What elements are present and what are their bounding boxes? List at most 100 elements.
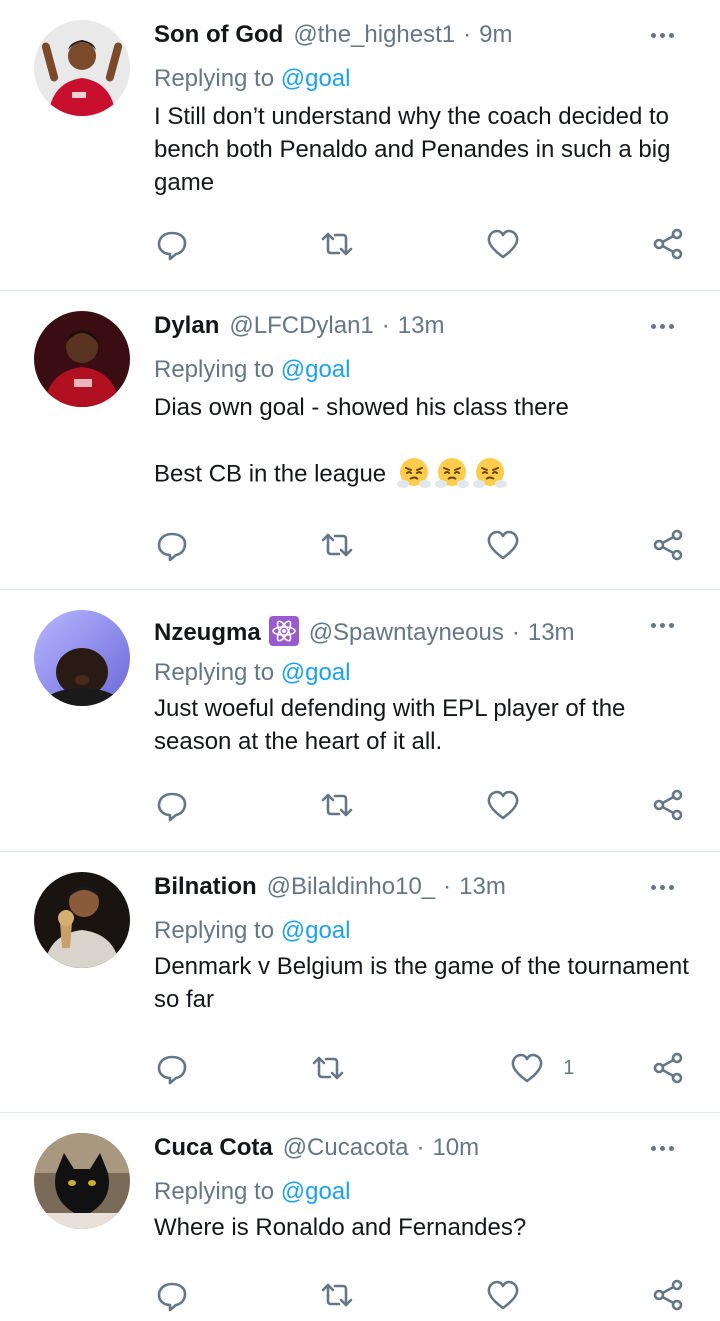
like-count: 1 [563,1056,575,1079]
reply-button[interactable] [154,1277,190,1313]
action-bar [154,783,686,827]
tweet-header: Bilnation @Bilaldinho10_ · 13m [154,872,692,902]
separator-dot: · [416,1134,425,1161]
avatar[interactable] [34,1133,130,1229]
retweet-button[interactable] [319,787,355,823]
user-handle[interactable]: @Cucacota [283,1133,409,1163]
replying-to: Replying to @goal [154,658,692,688]
reply-icon [157,532,187,562]
reply-icon [157,792,187,822]
share-icon [653,789,683,821]
reply-feed: Son of God @the_highest1 · 9m Replying t… [0,0,720,1321]
avatar[interactable] [34,872,130,968]
avatar[interactable] [34,20,130,116]
steam-face-emoji-icon [473,458,508,488]
tweet[interactable]: Cuca Cota @Cucacota · 10m Replying to @g… [0,1113,720,1321]
share-button[interactable] [650,527,686,563]
display-name[interactable]: Nzeugma [154,618,261,648]
replying-label: Replying to [154,659,281,686]
retweet-icon [322,232,353,256]
display-name[interactable]: Bilnation [154,872,257,902]
tweet[interactable]: Bilnation @Bilaldinho10_ · 13m Replying … [0,852,720,1113]
timestamp[interactable]: 13m [528,618,575,648]
reply-icon [157,231,187,261]
retweet-button[interactable] [319,226,355,262]
share-button[interactable] [650,1277,686,1313]
heart-icon [487,790,519,820]
tweet-header: Cuca Cota @Cucacota · 10m [154,1133,692,1163]
user-handle[interactable]: @LFCDylan1 [229,311,373,341]
share-icon [653,1052,683,1084]
timestamp[interactable]: 10m [432,1133,479,1163]
retweet-button[interactable] [319,1277,355,1313]
steam-face-emoji-icon [397,458,432,488]
tweet-text: Where is Ronaldo and Fernandes? [154,1214,527,1241]
retweet-icon [312,1056,343,1080]
separator-dot: · [443,873,452,900]
share-button[interactable] [650,787,686,823]
mention-link[interactable]: @goal [281,659,351,686]
more-icon[interactable] [642,1133,682,1163]
like-button[interactable] [485,787,521,823]
avatar[interactable] [34,610,130,706]
emoji-row [396,455,510,491]
tweet[interactable]: Dylan @LFCDylan1 · 13m Replying to @goal… [0,291,720,590]
mention-link[interactable]: @goal [281,917,351,944]
reply-button[interactable] [154,226,190,262]
display-name[interactable]: Cuca Cota [154,1133,273,1163]
tweet-text: I Still don’t understand why the coach d… [154,103,678,196]
replying-label: Replying to [154,65,281,92]
more-icon[interactable] [642,20,682,50]
tweet-header: Nzeugma @Spawntayneous · 13m [154,610,692,648]
like-button[interactable] [485,1277,521,1313]
atom-icon [268,616,299,646]
replying-label: Replying to [154,1178,281,1205]
retweet-icon [322,1283,353,1307]
display-name[interactable]: Son of God [154,20,283,50]
action-bar [154,523,686,567]
replying-to: Replying to @goal [154,64,692,94]
share-button[interactable] [650,1050,686,1086]
user-handle[interactable]: @Bilaldinho10_ [267,872,435,902]
replying-label: Replying to [154,356,281,383]
replying-to: Replying to @goal [154,355,692,385]
more-icon[interactable] [642,311,682,341]
share-button[interactable] [650,226,686,262]
more-icon[interactable] [642,610,682,640]
retweet-icon [322,793,353,817]
share-icon [653,228,683,260]
mention-link[interactable]: @goal [281,65,351,92]
retweet-icon [322,533,353,557]
avatar[interactable] [34,311,130,407]
user-handle[interactable]: @Spawntayneous [309,618,504,648]
like-button[interactable] [485,226,521,262]
retweet-button[interactable] [310,1050,346,1086]
reply-button[interactable] [154,1050,190,1086]
timestamp[interactable]: 13m [398,311,445,341]
like-button[interactable]: 1 [509,1050,574,1086]
reply-button[interactable] [154,787,190,823]
more-icon[interactable] [642,872,682,902]
reply-icon [157,1282,187,1312]
timestamp[interactable]: 9m [479,20,512,50]
mention-link[interactable]: @goal [281,356,351,383]
reply-button[interactable] [154,527,190,563]
heart-icon [487,229,519,259]
replying-to: Replying to @goal [154,1177,692,1207]
action-bar: 1 [154,1046,686,1090]
like-button[interactable] [485,527,521,563]
retweet-button[interactable] [319,527,355,563]
tweet[interactable]: Nzeugma @Spawntayneous · 13m Replying to… [0,590,720,852]
replying-label: Replying to [154,917,281,944]
timestamp[interactable]: 13m [459,872,506,902]
heart-icon [487,1280,519,1310]
share-icon [653,1279,683,1311]
user-handle[interactable]: @the_highest1 [293,20,455,50]
share-icon [653,529,683,561]
tweet-text: Just woeful defending with EPL player of… [154,695,633,755]
action-bar [154,1273,686,1317]
display-name[interactable]: Dylan [154,311,219,341]
tweet[interactable]: Son of God @the_highest1 · 9m Replying t… [0,0,720,291]
tweet-text: Dias own goal - showed his class there B… [154,391,692,493]
mention-link[interactable]: @goal [281,1178,351,1205]
